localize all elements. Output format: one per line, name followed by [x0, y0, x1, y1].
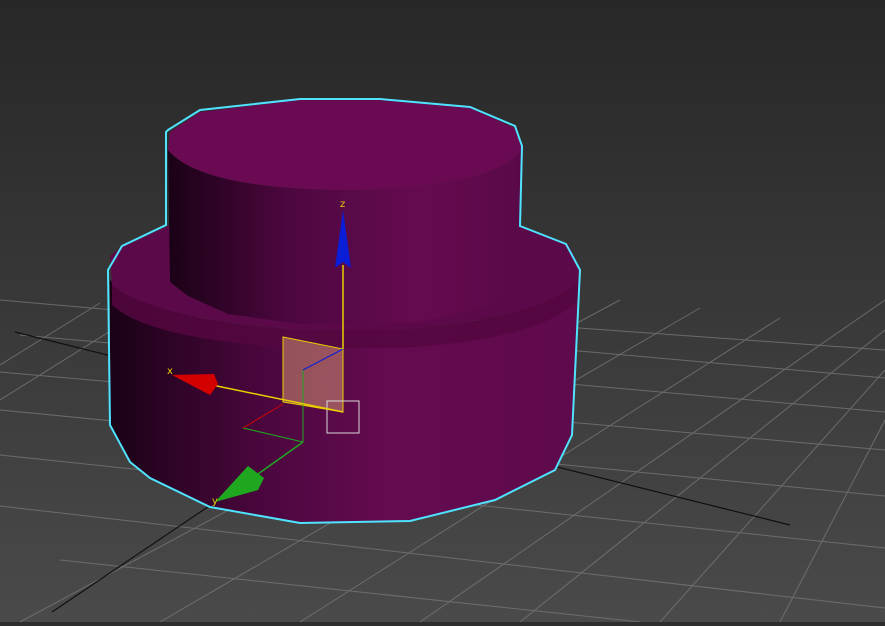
3d-viewport[interactable]: z x y — [0, 0, 885, 623]
two-tier-cylinder[interactable] — [106, 98, 582, 525]
z-axis-label: z — [340, 199, 345, 210]
viewport-canvas[interactable]: z x y — [0, 0, 885, 623]
y-axis-label: y — [212, 496, 218, 507]
x-axis-label: x — [167, 366, 173, 377]
top-tier-top — [168, 100, 522, 190]
